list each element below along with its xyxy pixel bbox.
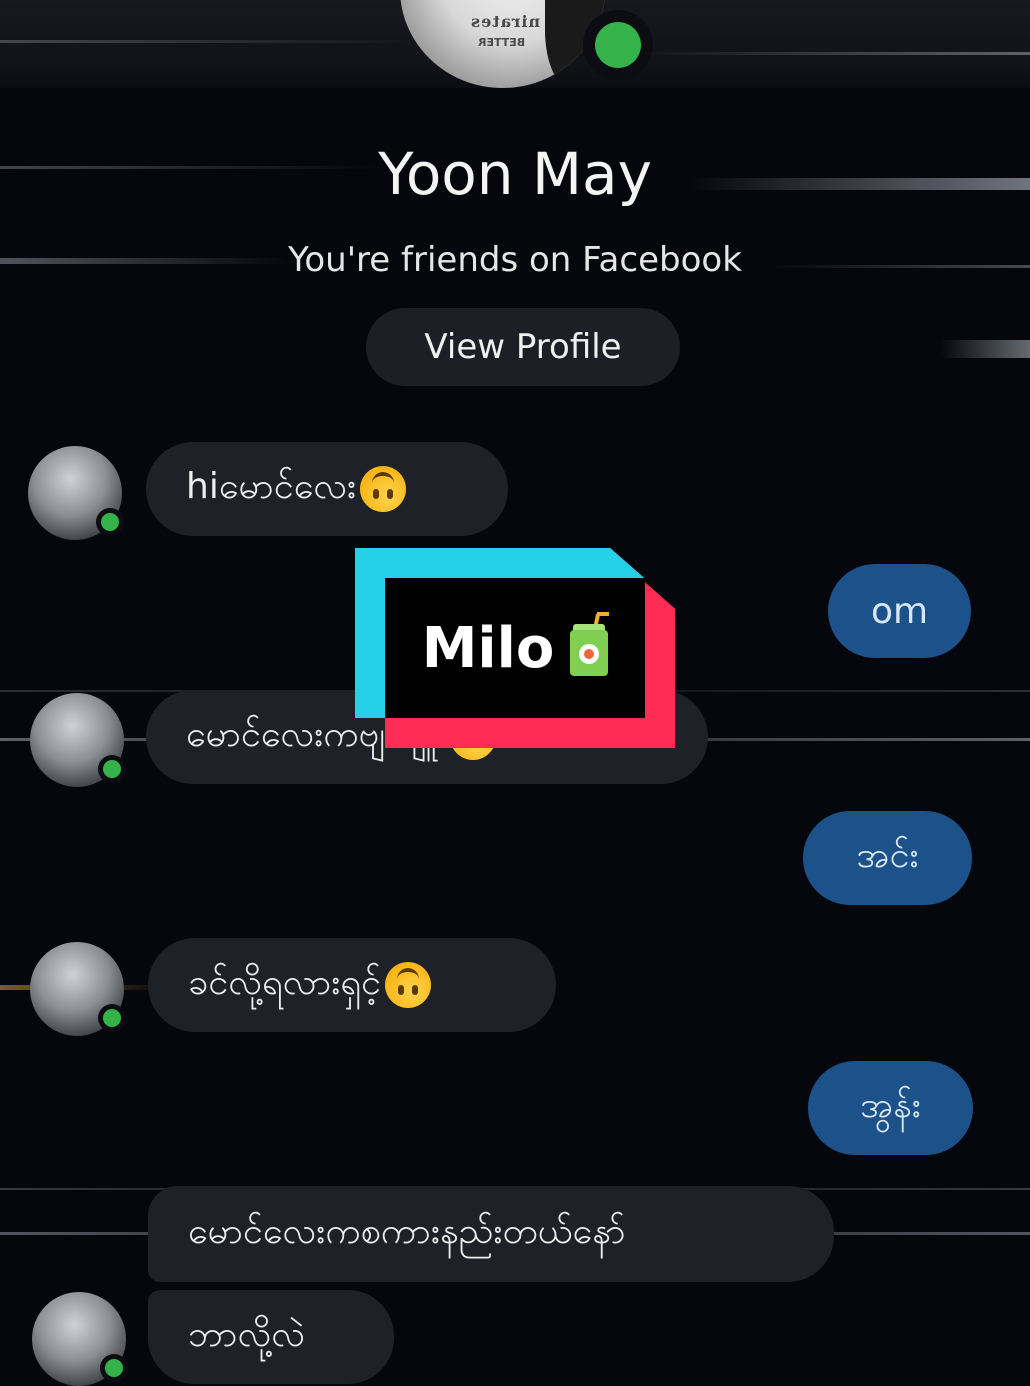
online-status-icon [100, 1354, 128, 1382]
message-bubble-outgoing[interactable]: om [828, 564, 971, 658]
sender-avatar[interactable] [28, 446, 124, 540]
sticker-text: Milo [421, 615, 555, 681]
upside-down-face-icon [360, 466, 407, 512]
online-status-icon [98, 1004, 126, 1032]
message-text: မောင်လေးကစကားနည်းတယ်နော် [188, 1211, 626, 1252]
message-bubble[interactable]: hiမောင်လေး [146, 442, 508, 536]
message-bubble[interactable]: ခင်လို့ရလားရှင့် [148, 938, 556, 1032]
message-bubble[interactable]: မောင်လေးကစကားနည်းတယ်နော် [148, 1186, 834, 1282]
message-text: ခင်လို့ရလားရှင့် [188, 962, 381, 1003]
view-profile-button[interactable]: View Profile [366, 308, 680, 386]
juice-box-icon [570, 612, 610, 676]
message-text: om [870, 590, 929, 632]
profile-photo-shirt-text: nirates [470, 12, 541, 31]
message-text: hiမောင်လေး [186, 466, 357, 507]
sender-avatar[interactable] [32, 1292, 128, 1386]
contact-name: Yoon May [378, 140, 652, 208]
motion-streak [940, 340, 1030, 358]
sender-avatar[interactable] [30, 693, 126, 787]
sender-avatar[interactable] [30, 942, 126, 1036]
message-bubble-outgoing[interactable]: အင်း [803, 811, 972, 905]
upside-down-face-icon [384, 962, 431, 1008]
message-text: အွန်း [860, 1085, 921, 1126]
online-status-icon [96, 508, 124, 536]
text-sticker: Milo [385, 578, 645, 718]
online-status-icon [98, 755, 126, 783]
friend-status: You're friends on Facebook [288, 240, 742, 280]
message-text: အင်း [856, 835, 919, 876]
message-text: ဘာလို့လဲ [188, 1314, 305, 1355]
online-status-icon [583, 10, 653, 80]
message-bubble-outgoing[interactable]: အွန်း [808, 1061, 973, 1155]
message-bubble[interactable]: ဘာလို့လဲ [148, 1290, 394, 1384]
profile-photo-shirt-text2: BETTER [478, 36, 526, 49]
